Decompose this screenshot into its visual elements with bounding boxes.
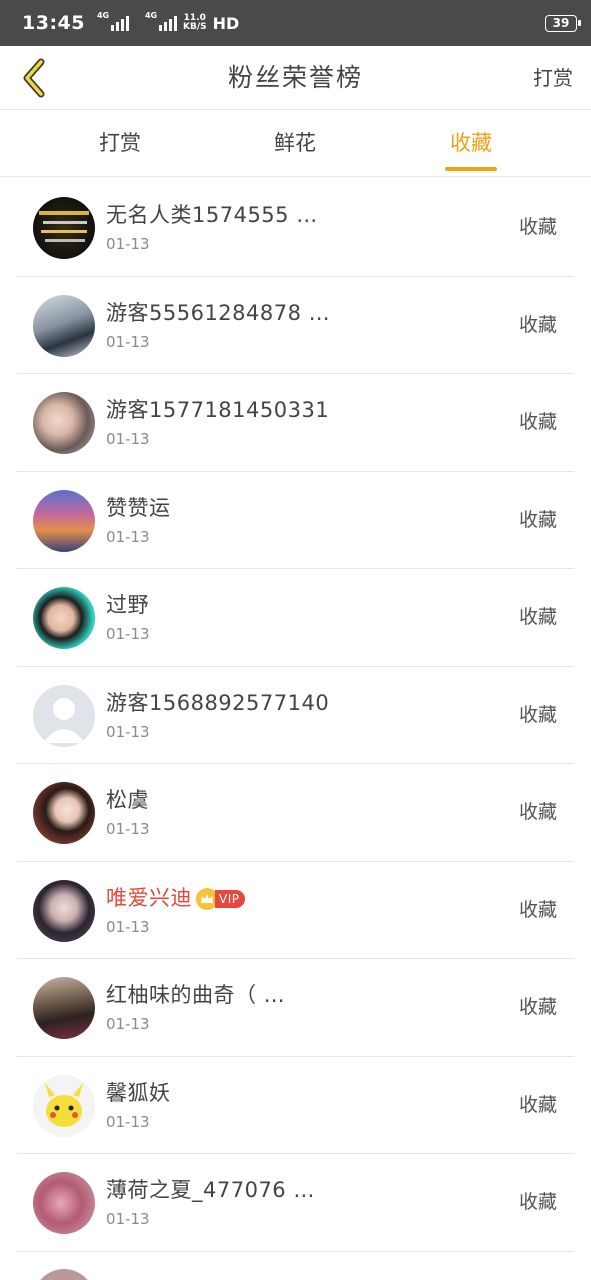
list-item-partial[interactable] (0, 1253, 591, 1280)
battery-level: 39 (552, 15, 570, 30)
favorite-label: 收藏 (518, 1191, 557, 1213)
network-indicators: 4G 4G 11.0 KB/S HD (97, 11, 240, 33)
avatar (33, 782, 95, 844)
signal-icon: 4G (97, 11, 129, 31)
avatar (33, 197, 95, 259)
user-date: 01-13 (106, 235, 150, 253)
vip-badge: VIP (196, 887, 246, 910)
vip-label: VIP (215, 889, 246, 908)
page-title: 粉丝荣誉榜 (227, 63, 363, 92)
list-item[interactable]: 松虞 01-13 收藏 (0, 764, 591, 862)
tab-favorites[interactable]: 收藏 (411, 111, 531, 175)
list-item[interactable]: 游客1568892577140 01-13 收藏 (0, 667, 591, 765)
user-name-text: 唯爱兴迪 (106, 885, 192, 910)
avatar (33, 392, 95, 454)
user-name: 过野 (106, 593, 149, 617)
list-item[interactable]: 过野 01-13 收藏 (0, 569, 591, 667)
network-type-1: 4G (96, 11, 110, 20)
avatar (33, 879, 95, 942)
network-speed-unit: KB/S (182, 22, 207, 32)
tab-reward[interactable]: 打赏 (60, 111, 180, 175)
user-name-vip: 唯爱兴迪 VIP (106, 882, 246, 912)
user-date: 01-13 (106, 430, 150, 448)
user-date: 01-13 (106, 917, 150, 936)
tab-bar: 打赏 鲜花 收藏 (0, 111, 591, 177)
favorite-label: 收藏 (518, 801, 557, 823)
network-type-2: 4G (144, 11, 158, 20)
user-date: 01-13 (106, 527, 150, 546)
user-date: 01-13 (106, 1210, 150, 1228)
user-name: 松虞 (106, 788, 149, 812)
user-name: 无名人类1574555 … (106, 203, 318, 227)
favorite-label: 收藏 (518, 606, 557, 628)
list-item[interactable]: 游客55561284878 … 01-13 收藏 (0, 277, 591, 375)
fan-list: 无名人类1574555 … 01-13 收藏 游客55561284878 … 0… (0, 179, 591, 1252)
list-item[interactable]: 唯爱兴迪 VIP 01-13 收藏 (0, 862, 591, 960)
status-time: 13:45 (22, 12, 85, 34)
avatar (33, 1269, 95, 1280)
signal-icon: 4G (145, 11, 177, 31)
user-date: 01-13 (106, 1015, 150, 1033)
favorite-label: 收藏 (518, 996, 557, 1018)
avatar (33, 587, 95, 649)
user-name: 馨狐妖 (106, 1080, 171, 1105)
user-name: 薄荷之夏_477076 … (106, 1178, 315, 1202)
user-name: 游客1568892577140 (106, 690, 330, 715)
user-date: 01-13 (106, 625, 150, 643)
list-item[interactable]: 薄荷之夏_477076 … 01-13 收藏 (0, 1154, 591, 1252)
list-item[interactable]: 赞赞运 01-13 收藏 (0, 472, 591, 570)
avatar (33, 294, 95, 357)
user-date: 01-13 (106, 722, 150, 741)
favorite-label: 收藏 (518, 703, 557, 726)
favorite-label: 收藏 (518, 216, 557, 238)
favorite-label: 收藏 (518, 1093, 557, 1116)
hd-indicator: HD (212, 13, 240, 33)
header-bar: 粉丝荣誉榜 打赏 (0, 46, 591, 110)
user-date: 01-13 (106, 1112, 150, 1131)
favorite-label: 收藏 (518, 313, 557, 336)
avatar (33, 489, 95, 552)
user-name: 游客55561284878 … (106, 300, 331, 325)
favorite-label: 收藏 (518, 508, 557, 531)
user-date: 01-13 (106, 820, 150, 838)
network-speed: 11.0 KB/S (183, 14, 207, 32)
list-item[interactable]: 馨狐妖 01-13 收藏 (0, 1057, 591, 1155)
status-bar: 13:45 4G 4G 11.0 KB/S HD 39 (0, 0, 591, 46)
battery-icon: 39 (545, 14, 581, 32)
avatar (33, 977, 95, 1039)
favorite-label: 收藏 (518, 411, 557, 433)
user-date: 01-13 (106, 332, 150, 351)
favorite-label: 收藏 (518, 898, 557, 921)
avatar (33, 1074, 95, 1137)
list-item[interactable]: 无名人类1574555 … 01-13 收藏 (0, 179, 591, 277)
default-avatar-icon (33, 684, 95, 747)
tab-flowers[interactable]: 鲜花 (235, 111, 355, 175)
reward-button[interactable]: 打赏 (533, 46, 573, 110)
user-name: 红柚味的曲奇（ … (106, 983, 286, 1007)
user-name: 游客1577181450331 (106, 398, 330, 422)
list-item[interactable]: 游客1577181450331 01-13 收藏 (0, 374, 591, 472)
avatar (33, 1172, 95, 1234)
list-item[interactable]: 红柚味的曲奇（ … 01-13 收藏 (0, 959, 591, 1057)
user-name: 赞赞运 (106, 495, 171, 520)
